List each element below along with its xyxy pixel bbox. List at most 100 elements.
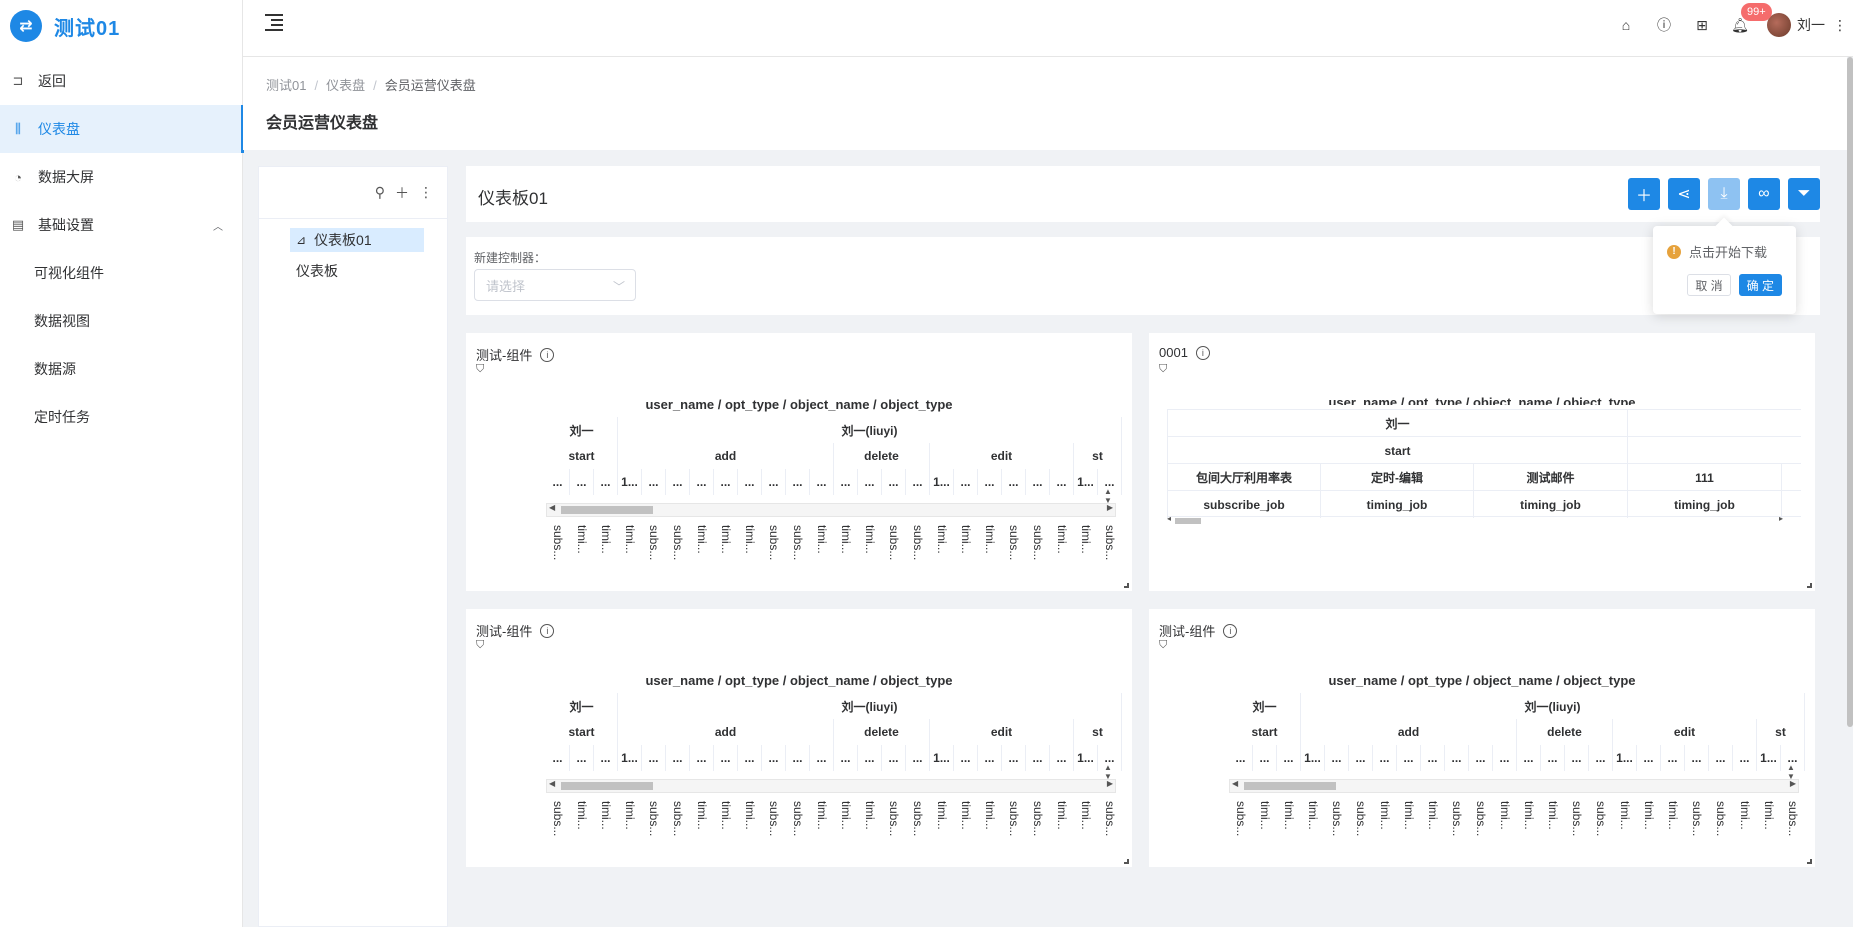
page-scrollbar[interactable] bbox=[1847, 57, 1853, 927]
horizontal-scrollbar[interactable]: ◀ ▶ bbox=[1229, 779, 1799, 793]
pivot-value-cell: ... bbox=[738, 745, 762, 771]
scroll-left-icon[interactable]: ◀ bbox=[549, 503, 555, 512]
horizontal-scrollbar[interactable]: ◂ ▸ bbox=[1167, 514, 1801, 525]
pivot-value-cell: ... bbox=[1637, 745, 1661, 771]
info-icon[interactable]: i bbox=[1195, 345, 1210, 360]
pivot-row-label: subs... bbox=[1007, 801, 1021, 837]
info-icon[interactable]: i bbox=[540, 347, 555, 362]
scrollbar-thumb[interactable] bbox=[1175, 518, 1201, 524]
vertical-scroll-arrows-icon[interactable]: ▲ ▼ bbox=[1104, 763, 1112, 781]
tree-node-dashboard[interactable]: 仪表板 bbox=[290, 259, 344, 283]
sidebar-subitem-datasource[interactable]: 数据源 bbox=[0, 345, 243, 393]
pivot-row-label: subs... bbox=[1714, 801, 1728, 837]
apps-grid-icon[interactable]: ⊞ bbox=[1683, 17, 1721, 34]
sidebar-subitem-data-views[interactable]: 数据视图 bbox=[0, 297, 243, 345]
scrollbar-thumb[interactable] bbox=[561, 506, 653, 514]
tree-node-dashboard01[interactable]: ⊿ 仪表板01 bbox=[290, 228, 424, 252]
pivot-row-label: timi... bbox=[743, 801, 757, 830]
table-cell: timing_job bbox=[1473, 491, 1627, 518]
sidebar-subitem-schedules[interactable]: 定时任务 bbox=[0, 393, 243, 441]
widget-pivot-1[interactable]: 测试-组件 i ⛉ user_name / opt_type / object_n… bbox=[466, 333, 1132, 591]
pivot-header-cell: st bbox=[1757, 719, 1805, 745]
pivot-header-row: start add delete edit st bbox=[1229, 719, 1805, 745]
controller-select[interactable]: 请选择 ﹀ bbox=[474, 269, 636, 301]
pivot-row-label: subs... bbox=[1690, 801, 1704, 837]
pivot-value-cell: ... bbox=[762, 745, 786, 771]
sidebar-subitem-components[interactable]: 可视化组件 bbox=[0, 249, 243, 297]
collapse-menu-icon[interactable] bbox=[265, 14, 283, 31]
sidebar-item-dashboard[interactable]: ⫼ 仪表盘 bbox=[0, 105, 244, 153]
widget-pivot-3[interactable]: 测试-组件 i ⛉ user_name / opt_type / object_n… bbox=[466, 609, 1132, 867]
pivot-value-cell: ... bbox=[642, 469, 666, 495]
search-icon[interactable]: ⚲ bbox=[375, 184, 385, 201]
download-button[interactable]: ⤓ bbox=[1708, 178, 1740, 210]
scrollbar-thumb[interactable] bbox=[1847, 57, 1853, 727]
table-title: user_name / opt_type / object_name / obj… bbox=[1328, 395, 1636, 405]
scroll-left-icon[interactable]: ◀ bbox=[1232, 779, 1238, 788]
page-header: 测试01/仪表盘 / 会员运营仪表盘 会员运营仪表盘 bbox=[243, 57, 1853, 150]
pivot-row-label: timi... bbox=[575, 801, 589, 830]
scroll-left-icon[interactable]: ◀ bbox=[549, 779, 555, 788]
widget-table-0001[interactable]: 0001 i ⛉ user_name / opt_type / object_na… bbox=[1149, 333, 1815, 591]
table-row: 刘一 bbox=[1167, 409, 1801, 437]
pivot-value-cell: ... bbox=[1565, 745, 1589, 771]
pivot-row-label: subs... bbox=[1103, 801, 1117, 837]
add-icon[interactable]: ＋ bbox=[395, 183, 409, 203]
resize-handle[interactable] bbox=[1124, 859, 1129, 864]
username[interactable]: 刘一 bbox=[1797, 15, 1825, 35]
pivot-row-label: timi... bbox=[815, 801, 829, 830]
drill-icon[interactable]: ⛉ bbox=[1159, 639, 1167, 652]
horizontal-scrollbar[interactable]: ◀ ▶ bbox=[546, 779, 1116, 793]
info-icon[interactable]: i bbox=[1223, 623, 1238, 638]
breadcrumb-item[interactable]: 仪表盘 bbox=[326, 78, 365, 93]
scrollbar-thumb[interactable] bbox=[561, 782, 653, 790]
table-cell bbox=[1781, 464, 1801, 491]
header-actions: ⌂ ⓘ ⊞ 🔔︎ 99+ 刘一 ⋮ bbox=[1607, 0, 1853, 50]
table-row: start bbox=[1167, 436, 1801, 464]
pivot-value-cell: ... bbox=[786, 745, 810, 771]
resize-handle[interactable] bbox=[1807, 583, 1812, 588]
download-confirm-popover: ! 点击开始下载 取 消 确 定 bbox=[1653, 226, 1796, 314]
scroll-left-icon[interactable]: ◂ bbox=[1167, 514, 1171, 523]
widget-pivot-4[interactable]: 测试-组件 i ⛉ user_name / opt_type / object_n… bbox=[1149, 609, 1815, 867]
confirm-button[interactable]: 确 定 bbox=[1738, 274, 1782, 296]
resize-handle[interactable] bbox=[1807, 859, 1812, 864]
help-icon[interactable]: ⓘ bbox=[1645, 15, 1683, 35]
pivot-value-cell: ... bbox=[1445, 745, 1469, 771]
pivot-row-label: timi... bbox=[1258, 801, 1272, 830]
filter-button[interactable]: ⏷ bbox=[1788, 178, 1820, 210]
sidebar-item-data-screen[interactable]: ◔ 数据大屏 bbox=[0, 153, 243, 201]
pivot-row-label: timi... bbox=[1055, 801, 1069, 830]
pivot-header-cell: delete bbox=[834, 443, 930, 469]
notification-bell-icon[interactable]: 🔔︎ 99+ bbox=[1721, 2, 1772, 34]
pivot-row-label: subs... bbox=[911, 801, 925, 837]
scrollbar-thumb[interactable] bbox=[1244, 782, 1336, 790]
info-icon[interactable]: i bbox=[540, 623, 555, 638]
pivot-row-label: timi... bbox=[815, 525, 829, 554]
pivot-value-cell: ... bbox=[834, 745, 858, 771]
more-vertical-icon[interactable]: ⋮ bbox=[419, 184, 433, 201]
pivot-row-label: timi... bbox=[935, 801, 949, 830]
home-icon[interactable]: ⌂ bbox=[1607, 17, 1645, 33]
pivot-value-cell: ... bbox=[1733, 745, 1757, 771]
drill-icon[interactable]: ⛉ bbox=[476, 363, 484, 376]
cancel-button[interactable]: 取 消 bbox=[1687, 274, 1731, 296]
resize-handle[interactable] bbox=[1124, 583, 1129, 588]
logo-icon: ⇄ bbox=[10, 10, 42, 42]
share-button[interactable]: ⋖ bbox=[1668, 178, 1700, 210]
pivot-row-label: timi... bbox=[575, 525, 589, 554]
link-button[interactable]: ∞ bbox=[1748, 178, 1780, 210]
add-widget-button[interactable]: ＋ bbox=[1628, 178, 1660, 210]
horizontal-scrollbar[interactable]: ◀ ▶ bbox=[546, 503, 1116, 517]
sidebar-item-back[interactable]: ⊐ 返回 bbox=[0, 57, 243, 105]
breadcrumb-item[interactable]: 测试01 bbox=[266, 78, 306, 93]
sidebar-item-basic-settings[interactable]: ▤ 基础设置 ︿ bbox=[0, 201, 243, 249]
drill-icon[interactable]: ⛉ bbox=[1159, 363, 1167, 376]
drill-icon[interactable]: ⛉ bbox=[476, 639, 484, 652]
scroll-right-icon[interactable]: ▸ bbox=[1779, 514, 1783, 523]
more-vertical-icon[interactable]: ⋮ bbox=[1833, 17, 1847, 34]
vertical-scroll-arrows-icon[interactable]: ▲ ▼ bbox=[1787, 763, 1795, 781]
vertical-scroll-arrows-icon[interactable]: ▲ ▼ bbox=[1104, 487, 1112, 505]
pivot-title: user_name / opt_type / object_name / obj… bbox=[645, 397, 953, 412]
pivot-title: user_name / opt_type / object_name / obj… bbox=[1328, 673, 1636, 688]
